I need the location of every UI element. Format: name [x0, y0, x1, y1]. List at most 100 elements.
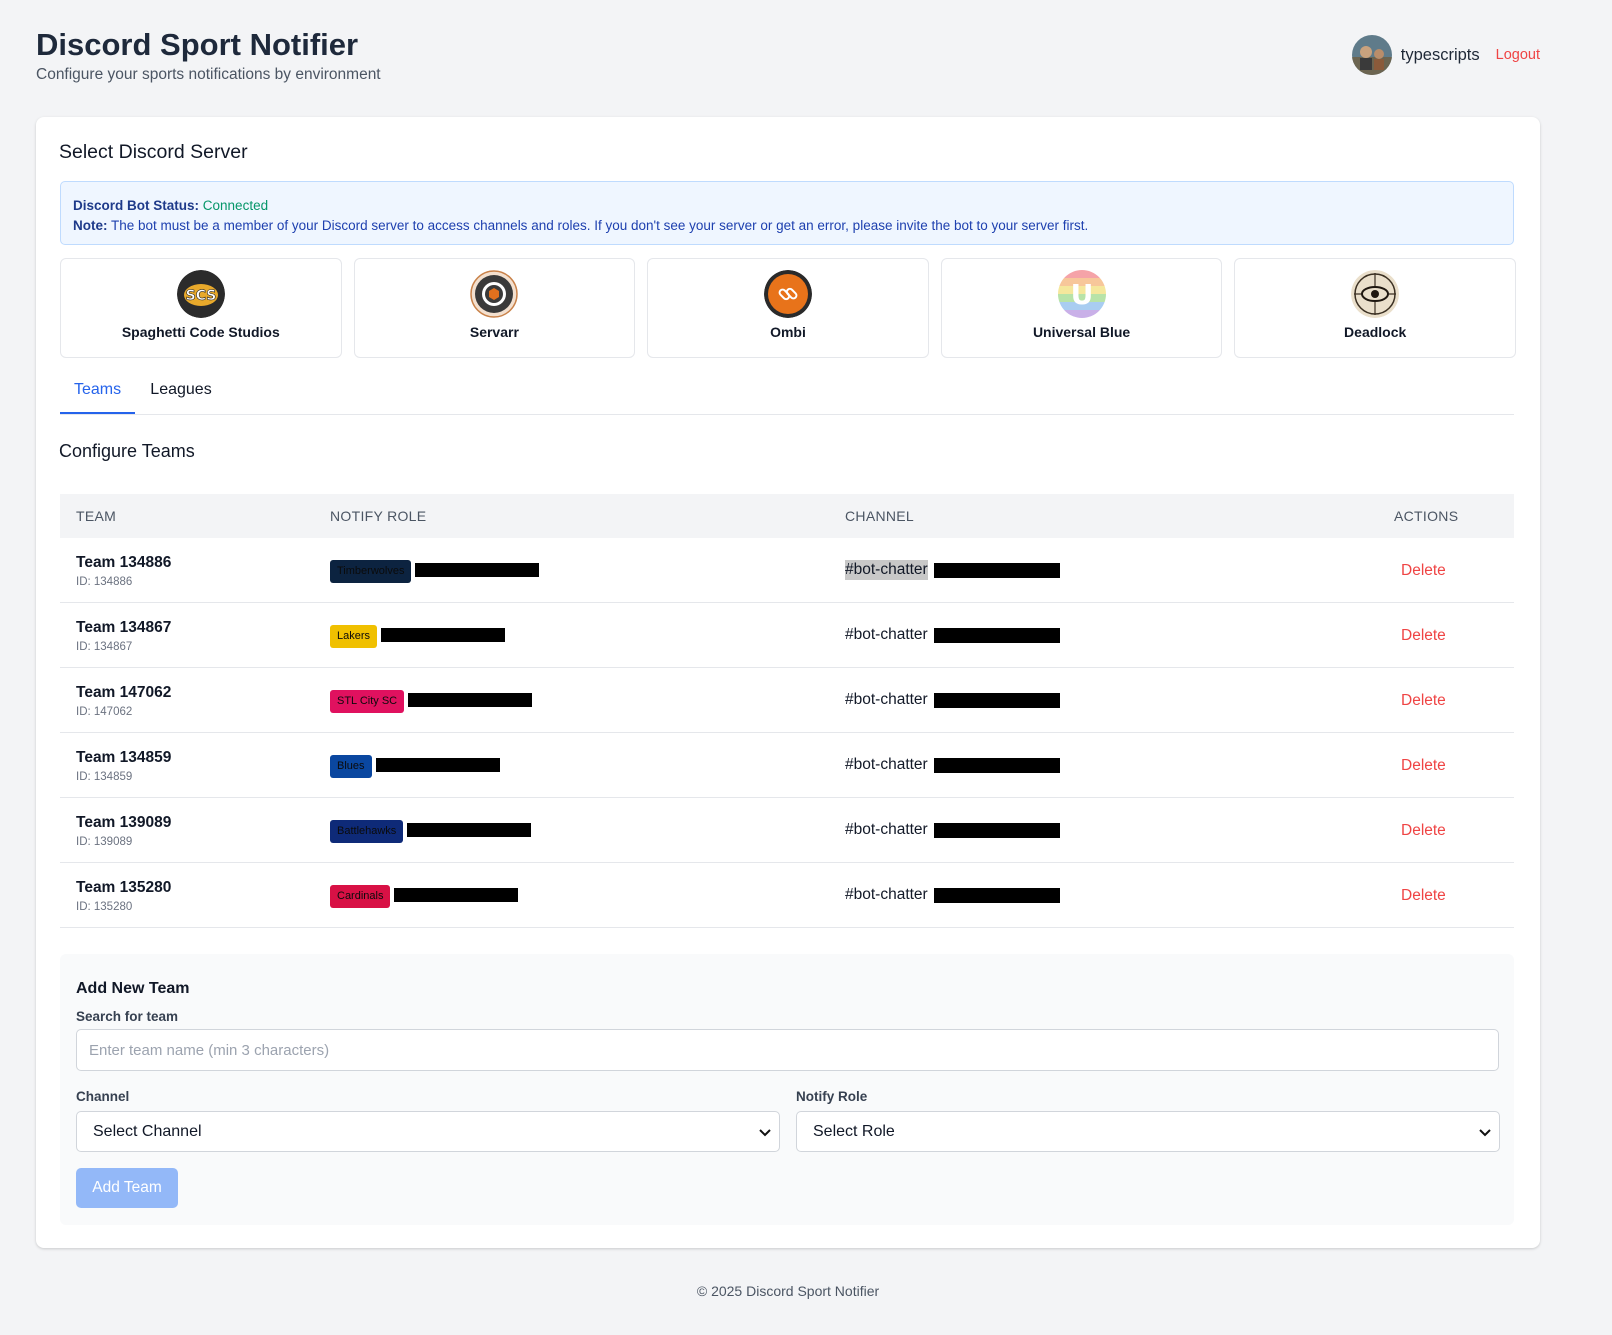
channel-cell: #bot-chatter	[845, 560, 1060, 580]
teams-table: TEAM NOTIFY ROLE CHANNEL ACTIONS Team 13…	[60, 494, 1514, 928]
role-badge: Battlehawks	[330, 820, 404, 843]
page-header: Discord Sport Notifier Configure your sp…	[36, 26, 1540, 86]
role-id-redacted	[394, 888, 519, 905]
team-search-input[interactable]	[76, 1029, 1499, 1071]
team-id: ID: 134886	[76, 576, 133, 588]
channel-id-redacted	[933, 692, 1060, 708]
configure-teams-title: Configure Teams	[59, 441, 195, 461]
add-team-panel: Add New Team Search for team Channel Sel…	[60, 954, 1514, 1225]
bot-status-label: Discord Bot Status:	[73, 198, 200, 213]
server-name: Deadlock	[1344, 324, 1407, 340]
user-menu: typescripts Logout	[1351, 35, 1540, 75]
notify-role: Battlehawks	[330, 820, 532, 843]
table-row: Team 135280 ID: 135280 Cardinals #bot-chatt…	[60, 863, 1514, 928]
table-row: Team 134886 ID: 134886 Timberwolves #bot-ch…	[60, 538, 1514, 603]
delete-button[interactable]: Delete	[1401, 627, 1446, 645]
table-body: Team 134886 ID: 134886 Timberwolves #bot-ch…	[60, 538, 1514, 928]
main-card: Select Discord Server Discord Bot Status…	[36, 117, 1540, 1248]
ombi-logo-icon	[763, 270, 812, 318]
bot-status-line: Discord Bot Status: Connected	[73, 196, 1501, 216]
delete-button[interactable]: Delete	[1401, 887, 1446, 905]
role-select[interactable]: Select Role	[796, 1111, 1500, 1152]
bot-status-notice: Discord Bot Status: Connected Note: The …	[60, 181, 1514, 245]
channel-select[interactable]: Select Channel	[76, 1111, 780, 1152]
channel-cell: #bot-chatter	[845, 625, 1060, 645]
col-header-actions: ACTIONS	[1394, 508, 1459, 524]
team-id: ID: 134859	[76, 771, 133, 783]
channel-select-value: Select Channel	[93, 1122, 202, 1140]
scs-logo-text: SCS	[185, 288, 216, 304]
bot-note-line: Note: The bot must be a member of your D…	[73, 216, 1501, 236]
select-server-title: Select Discord Server	[59, 141, 248, 163]
channel-name: #bot-chatter	[845, 756, 928, 773]
role-badge: Cardinals	[330, 885, 391, 908]
channel-cell: #bot-chatter	[845, 690, 1060, 710]
chevron-down-icon	[1479, 1129, 1491, 1137]
notify-role: Lakers	[330, 625, 506, 648]
server-card-servarr[interactable]: Servarr	[353, 258, 636, 358]
role-id-redacted	[415, 563, 540, 580]
delete-button[interactable]: Delete	[1401, 692, 1446, 710]
role-badge: Lakers	[330, 625, 378, 648]
footer-copyright: © 2025 Discord Sport Notifier	[696, 1283, 880, 1299]
role-id-redacted	[407, 823, 532, 840]
server-name: Servarr	[469, 324, 519, 340]
app-title: Discord Sport Notifier	[36, 27, 359, 62]
team-id: ID: 147062	[76, 706, 133, 718]
server-list: SCS Spaghetti Code Studios Servarr Ombi …	[60, 258, 1516, 358]
logout-link[interactable]: Logout	[1496, 47, 1540, 63]
server-name: Universal Blue	[1032, 324, 1131, 340]
col-header-team: TEAM	[76, 508, 117, 524]
table-row: Team 134859 ID: 134859 Blues #bot-chatter De…	[60, 733, 1514, 798]
server-name: Ombi	[770, 324, 806, 340]
channel-name: #bot-chatter	[845, 691, 928, 708]
delete-button[interactable]: Delete	[1401, 562, 1446, 580]
col-header-role: NOTIFY ROLE	[330, 508, 427, 524]
team-name: Team 147062	[76, 684, 172, 701]
server-card-ombi[interactable]: Ombi	[647, 258, 929, 358]
role-badge: Blues	[330, 755, 372, 778]
server-name: Spaghetti Code Studios	[121, 324, 280, 340]
scs-logo-icon: SCS	[176, 270, 225, 318]
role-id-redacted	[375, 758, 500, 775]
tab-leagues[interactable]: Leagues	[143, 372, 219, 413]
notify-role: Timberwolves	[330, 560, 540, 583]
team-id: ID: 135280	[76, 901, 133, 913]
channel-cell: #bot-chatter	[845, 820, 1060, 840]
channel-cell: #bot-chatter	[845, 885, 1060, 905]
deadlock-logo-icon	[1351, 270, 1400, 318]
notify-role: STL City SC	[330, 690, 533, 713]
channel-id-redacted	[933, 822, 1060, 838]
channel-name: #bot-chatter	[845, 560, 928, 580]
delete-button[interactable]: Delete	[1401, 822, 1446, 840]
channel-id-redacted	[933, 887, 1060, 903]
app-subtitle: Configure your sports notifications by e…	[36, 66, 381, 83]
search-team-label: Search for team	[76, 1009, 179, 1024]
note-text: The bot must be a member of your Discord…	[107, 218, 1089, 233]
role-id-redacted	[408, 693, 533, 710]
delete-button[interactable]: Delete	[1401, 757, 1446, 775]
role-select-value: Select Role	[813, 1122, 895, 1140]
col-header-channel: CHANNEL	[845, 508, 915, 524]
notify-role: Blues	[330, 755, 500, 778]
note-label: Note:	[73, 218, 108, 233]
team-name: Team 134867	[76, 619, 172, 636]
add-team-button[interactable]: Add Team	[76, 1168, 178, 1208]
team-name: Team 134859	[76, 749, 172, 766]
username: typescripts	[1400, 45, 1480, 64]
role-badge: STL City SC	[330, 690, 405, 713]
channel-name: #bot-chatter	[845, 821, 928, 838]
universal-blue-logo-text: U	[1070, 278, 1093, 311]
avatar[interactable]	[1351, 35, 1392, 75]
role-badge: Timberwolves	[330, 560, 412, 583]
role-id-redacted	[381, 628, 506, 645]
chevron-down-icon	[759, 1129, 771, 1137]
team-id: ID: 139089	[76, 836, 133, 848]
server-card-spaghetti-code-studios[interactable]: SCS Spaghetti Code Studios	[60, 258, 342, 358]
team-id: ID: 134867	[76, 641, 133, 653]
server-card-universal-blue[interactable]: U Universal Blue	[940, 258, 1223, 358]
bot-status-value: Connected	[202, 198, 269, 213]
tab-teams[interactable]: Teams	[60, 372, 135, 414]
notify-role: Cardinals	[330, 885, 519, 908]
server-card-deadlock[interactable]: Deadlock	[1234, 258, 1516, 358]
